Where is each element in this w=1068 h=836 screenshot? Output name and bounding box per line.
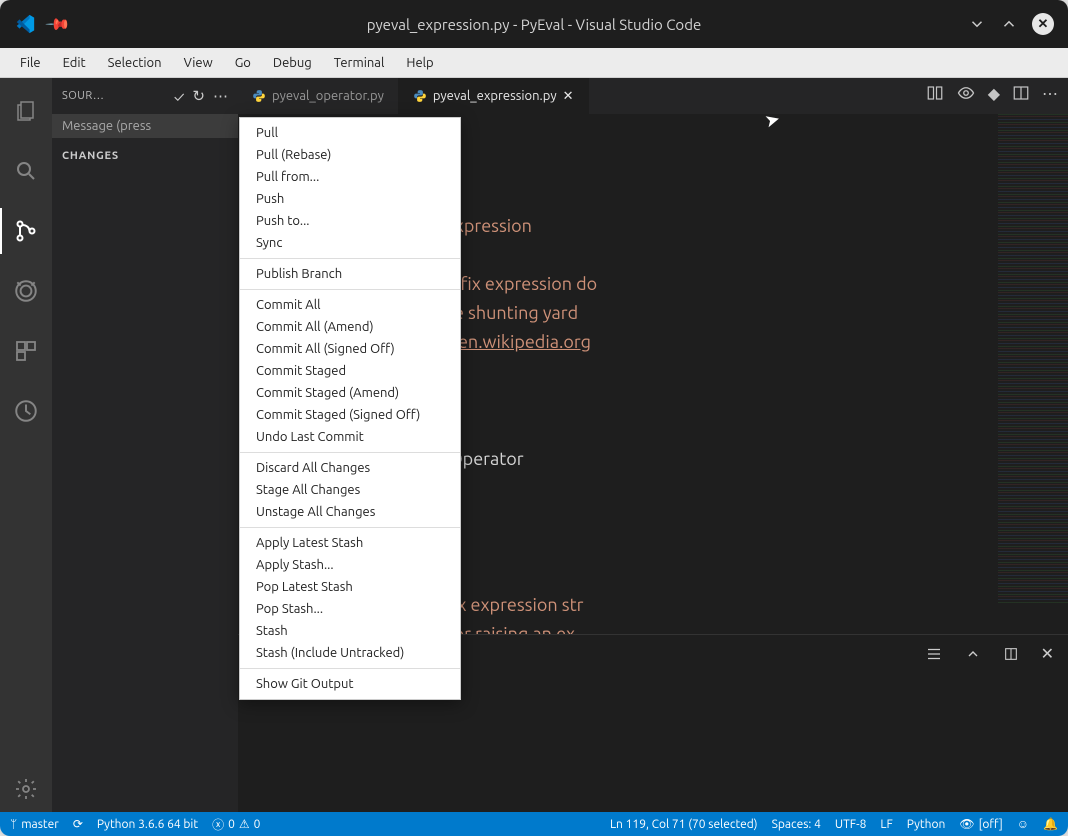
menu-item-pop-latest-stash[interactable]: Pop Latest Stash	[240, 576, 460, 598]
status-language[interactable]: Python	[907, 818, 946, 831]
vscode-window: 📌 pyeval_expression.py - PyEval - Visual…	[0, 0, 1068, 836]
menu-go[interactable]: Go	[225, 53, 261, 73]
changes-header[interactable]: CHANGES	[52, 144, 238, 168]
menubar: FileEditSelectionViewGoDebugTerminalHelp	[0, 48, 1068, 78]
menu-item-commit-staged-amend-[interactable]: Commit Staged (Amend)	[240, 382, 460, 404]
editor-tab[interactable]: pyeval_operator.py	[238, 78, 399, 114]
tab-label: pyeval_operator.py	[272, 89, 384, 103]
menu-item-pull[interactable]: Pull	[240, 122, 460, 144]
menu-item-stage-all-changes[interactable]: Stage All Changes	[240, 479, 460, 501]
panel-maximize-icon[interactable]	[1003, 646, 1019, 662]
diff-icon[interactable]: ◆	[988, 84, 1000, 103]
debug-icon[interactable]	[0, 268, 52, 314]
status-python[interactable]: Python 3.6.6 64 bit	[97, 818, 198, 831]
source-control-icon[interactable]	[0, 208, 52, 254]
menu-item-push[interactable]: Push	[240, 188, 460, 210]
python-file-icon	[413, 89, 427, 103]
menu-view[interactable]: View	[174, 53, 223, 73]
gitlens-icon[interactable]	[0, 388, 52, 434]
window-title: pyeval_expression.py - PyEval - Visual S…	[367, 16, 702, 33]
panel-close-icon[interactable]: ✕	[1041, 644, 1054, 663]
main-content: SOUR… ✓ ↻ ⋯ Message (press CHANGES pyeva…	[0, 78, 1068, 812]
menu-item-stash[interactable]: Stash	[240, 620, 460, 642]
menu-terminal[interactable]: Terminal	[324, 53, 395, 73]
menu-help[interactable]: Help	[396, 53, 443, 73]
commit-check-icon[interactable]: ✓	[174, 88, 185, 105]
reveal-icon[interactable]	[956, 84, 976, 103]
status-spaces[interactable]: Spaces: 4	[772, 818, 821, 831]
status-live-share[interactable]: 👁 [off]	[959, 817, 1002, 831]
status-problems[interactable]: ⓧ 0 ⚠ 0	[212, 816, 260, 833]
search-icon[interactable]	[0, 148, 52, 194]
python-file-icon	[252, 89, 266, 103]
menu-item-stash-include-untracked-[interactable]: Stash (Include Untracked)	[240, 642, 460, 664]
close-icon[interactable]: ✕	[1032, 13, 1054, 35]
explorer-icon[interactable]	[0, 88, 52, 134]
menu-item-sync[interactable]: Sync	[240, 232, 460, 254]
editor-more-icon[interactable]: ⋯	[1042, 84, 1058, 103]
menu-item-publish-branch[interactable]: Publish Branch	[240, 263, 460, 285]
split-editor-icon[interactable]	[1012, 84, 1030, 103]
menu-edit[interactable]: Edit	[53, 53, 96, 73]
menu-item-pop-stash-[interactable]: Pop Stash...	[240, 598, 460, 620]
menu-item-commit-staged-signed-off-[interactable]: Commit Staged (Signed Off)	[240, 404, 460, 426]
editor-tab[interactable]: pyeval_expression.py ✕	[399, 78, 589, 114]
menu-item-apply-latest-stash[interactable]: Apply Latest Stash	[240, 532, 460, 554]
menu-item-apply-stash-[interactable]: Apply Stash...	[240, 554, 460, 576]
tab-label: pyeval_expression.py	[433, 89, 557, 103]
status-eol[interactable]: LF	[880, 818, 892, 831]
status-branch[interactable]: ᛘ master	[10, 818, 59, 831]
scm-context-menu: PullPull (Rebase)Pull from...PushPush to…	[239, 117, 461, 700]
menu-item-undo-last-commit[interactable]: Undo Last Commit	[240, 426, 460, 448]
commit-message-input[interactable]: Message (press	[52, 114, 238, 138]
menu-selection[interactable]: Selection	[98, 53, 172, 73]
menu-item-unstage-all-changes[interactable]: Unstage All Changes	[240, 501, 460, 523]
status-encoding[interactable]: UTF-8	[835, 818, 866, 831]
minimize-icon[interactable]	[968, 15, 986, 33]
extensions-icon[interactable]	[0, 328, 52, 374]
menu-item-commit-staged[interactable]: Commit Staged	[240, 360, 460, 382]
panel-clear-icon[interactable]	[925, 645, 943, 663]
minimap[interactable]	[998, 114, 1068, 604]
maximize-icon[interactable]	[1000, 15, 1018, 33]
refresh-icon[interactable]: ↻	[192, 87, 205, 105]
menu-item-pull-from-[interactable]: Pull from...	[240, 166, 460, 188]
menu-item-discard-all-changes[interactable]: Discard All Changes	[240, 457, 460, 479]
menu-item-commit-all-signed-off-[interactable]: Commit All (Signed Off)	[240, 338, 460, 360]
status-bell-icon[interactable]: 🔔	[1043, 817, 1058, 831]
vscode-logo-icon	[14, 13, 36, 35]
menu-file[interactable]: File	[10, 53, 51, 73]
compare-icon[interactable]	[926, 84, 944, 103]
status-sync-icon[interactable]: ⟳	[73, 817, 83, 831]
menu-item-commit-all-amend-[interactable]: Commit All (Amend)	[240, 316, 460, 338]
pin-icon[interactable]: 📌	[44, 10, 72, 38]
source-control-sidebar: SOUR… ✓ ↻ ⋯ Message (press CHANGES	[52, 78, 238, 812]
editor-toolbar: ◆ ⋯	[926, 84, 1058, 103]
menu-item-commit-all[interactable]: Commit All	[240, 294, 460, 316]
statusbar: ᛘ master ⟳ Python 3.6.6 64 bit ⓧ 0 ⚠ 0 L…	[0, 812, 1068, 836]
menu-item-show-git-output[interactable]: Show Git Output	[240, 673, 460, 695]
sidebar-title: SOUR…	[62, 90, 166, 102]
panel-collapse-icon[interactable]	[965, 646, 981, 662]
status-feedback-icon[interactable]: ☺	[1017, 817, 1029, 831]
menu-item-push-to-[interactable]: Push to...	[240, 210, 460, 232]
settings-gear-icon[interactable]	[0, 766, 52, 812]
status-selection[interactable]: Ln 119, Col 71 (70 selected)	[610, 818, 758, 831]
menu-debug[interactable]: Debug	[263, 53, 322, 73]
titlebar: 📌 pyeval_expression.py - PyEval - Visual…	[0, 0, 1068, 48]
more-actions-icon[interactable]: ⋯	[213, 87, 228, 105]
activitybar	[0, 78, 52, 812]
menu-item-pull-rebase-[interactable]: Pull (Rebase)	[240, 144, 460, 166]
tab-close-icon[interactable]: ✕	[563, 89, 574, 104]
